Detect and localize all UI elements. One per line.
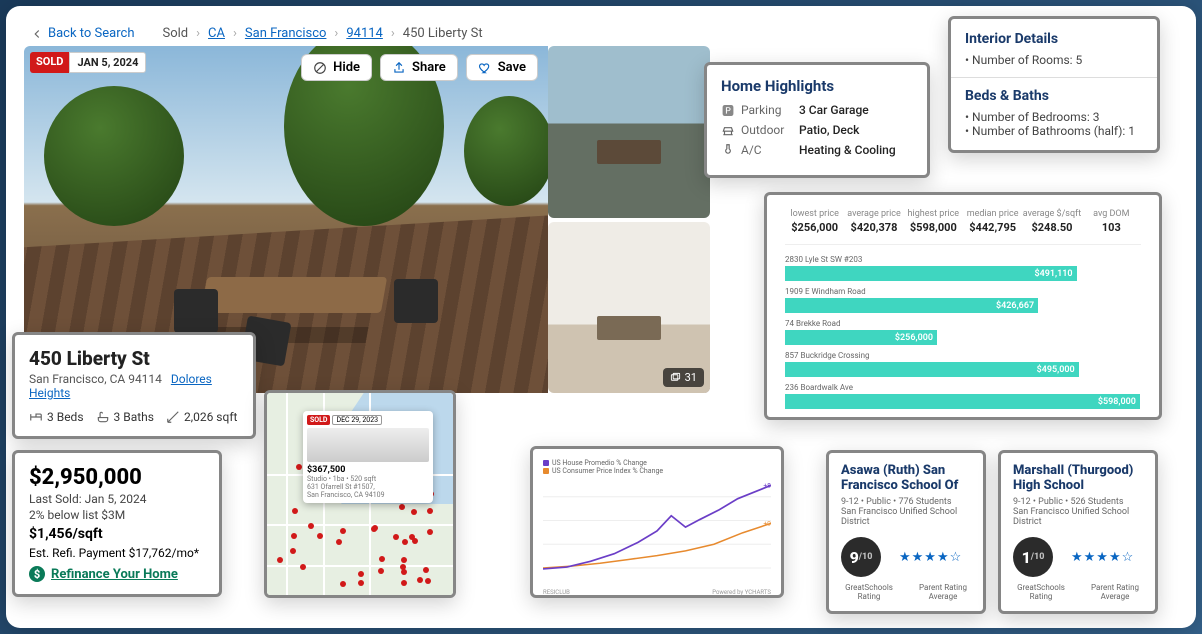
save-button[interactable]: Save [466, 54, 538, 81]
bar-row: 1909 E Windham Road $426,667 [785, 287, 1141, 313]
baths-fact: 3 Baths [96, 410, 154, 424]
school-card[interactable]: Marshall (Thurgood) High School 9-12 • P… [998, 450, 1158, 614]
stat-cell: avg DOM103 [1082, 209, 1141, 234]
share-icon [392, 61, 406, 75]
highlight-row: Outdoor Patio, Deck [721, 123, 913, 137]
street-address: 450 Liberty St [29, 347, 239, 370]
parent-rating-stars: ★★★★☆ [1071, 550, 1134, 565]
last-sold-date: Last Sold: Jan 5, 2024 [29, 492, 205, 506]
legend-series-2: US Consumer Price Index % Change [552, 467, 663, 475]
beds-fact: 3 Beds [29, 410, 84, 424]
interior-details-card: Interior Details Number of Rooms: 5 Beds… [948, 16, 1160, 153]
map-popup-price: $367,500 [307, 465, 345, 475]
highlights-title: Home Highlights [721, 77, 913, 95]
stat-cell: average $/sqft$248.50 [1022, 209, 1081, 234]
greatschools-score: 1/10 [1013, 537, 1053, 577]
line-chart: +8.0% +0.8% [543, 475, 771, 585]
interior-line: Number of Bathrooms (half): 1 [965, 124, 1143, 138]
crumb-current: 450 Liberty St [403, 26, 483, 41]
school-name: Asawa (Ruth) San Francisco School Of [841, 463, 971, 494]
vs-list-price: 2% below list $3M [29, 508, 205, 522]
highlight-row: 🅿︎Parking 3 Car Garage [721, 103, 913, 117]
crumb-state[interactable]: CA [208, 26, 225, 41]
gallery-thumb-2[interactable]: 31 [548, 222, 710, 394]
price-per-sqft: $1,456/sqft [29, 526, 205, 542]
photos-icon [670, 372, 681, 383]
bar-row: 2830 Lyle St SW #203 $491,110 [785, 255, 1141, 281]
stat-cell: median price$442,795 [963, 209, 1022, 234]
interior-line: Number of Rooms: 5 [965, 53, 1143, 67]
stat-cell: average price$420,378 [844, 209, 903, 234]
home-highlights-card: Home Highlights 🅿︎Parking 3 Car Garage O… [704, 62, 930, 178]
interior-line: Number of Bedrooms: 3 [965, 110, 1143, 124]
crumb-sold: Sold [163, 26, 189, 41]
share-button[interactable]: Share [380, 54, 458, 81]
outdoor-icon [721, 123, 735, 137]
school-meta: 9-12 • Public • 526 Students [1013, 497, 1143, 507]
heart-icon [478, 61, 492, 75]
bar-row: 74 Brekke Road $256,000 [785, 319, 1141, 345]
school-district: San Francisco Unified School District [1013, 507, 1143, 527]
school-name: Marshall (Thurgood) High School [1013, 463, 1143, 494]
trend-chart-card: US House Promedio % Change US Consumer P… [530, 446, 784, 598]
crumb-city[interactable]: San Francisco [245, 26, 327, 41]
map-popup-photo [307, 428, 429, 462]
beds-baths-title: Beds & Baths [965, 88, 1143, 104]
dollar-icon: $ [29, 566, 45, 582]
city-state-zip: San Francisco, CA 94114 [29, 372, 162, 386]
crumb-zip[interactable]: 94114 [346, 26, 383, 41]
map-card[interactable]: SOLDDEC 29, 2023 $367,500 Studio • 1ba •… [264, 390, 456, 598]
ruler-icon [166, 410, 180, 424]
hide-icon [313, 61, 327, 75]
stat-cell: lowest price$256,000 [785, 209, 844, 234]
arrow-left-icon [30, 27, 44, 41]
svg-text:+8.0%: +8.0% [763, 481, 771, 489]
refinance-link[interactable]: $Refinance Your Home [29, 566, 205, 582]
gallery-thumb-1[interactable] [548, 46, 710, 218]
stat-cell: highest price$598,000 [904, 209, 963, 234]
school-meta: 9-12 • Public • 776 Students [841, 497, 971, 507]
address-card: 450 Liberty St San Francisco, CA 94114 D… [12, 332, 256, 439]
interior-title: Interior Details [965, 31, 1143, 47]
legend-series-1: US House Promedio % Change [552, 459, 647, 467]
price-stats-card: lowest price$256,000average price$420,37… [764, 192, 1162, 420]
photo-count-badge[interactable]: 31 [663, 368, 704, 387]
ac-icon [721, 143, 735, 157]
highlight-row: A/C Heating & Cooling [721, 143, 913, 157]
price-card: $2,950,000 Last Sold: Jan 5, 2024 2% bel… [12, 450, 222, 597]
sold-badge: SOLD JAN 5, 2024 [30, 52, 146, 73]
bath-icon [96, 410, 110, 424]
school-district: San Francisco Unified School District [841, 507, 971, 527]
map-popup[interactable]: SOLDDEC 29, 2023 $367,500 Studio • 1ba •… [303, 411, 433, 503]
parking-icon: 🅿︎ [721, 103, 735, 117]
bar-row: 236 Boardwalk Ave $598,000 [785, 383, 1141, 409]
svg-text:+0.8%: +0.8% [763, 519, 771, 527]
chart-credit-right: Powered by YCHARTS [712, 589, 771, 596]
refi-estimate: Est. Refi. Payment $17,762/mo* [29, 546, 205, 560]
bed-icon [29, 410, 43, 424]
price-value: $2,950,000 [29, 465, 205, 490]
back-to-search-link[interactable]: Back to Search [30, 26, 135, 41]
greatschools-score: 9/10 [841, 537, 881, 577]
bar-row: 857 Buckridge Crossing $495,000 [785, 351, 1141, 377]
school-card[interactable]: Asawa (Ruth) San Francisco School Of 9-1… [826, 450, 986, 614]
chart-credit-left: RESICLUB [543, 589, 570, 596]
sqft-fact: 2,026 sqft [166, 410, 237, 424]
parent-rating-stars: ★★★★☆ [899, 550, 962, 565]
hide-button[interactable]: Hide [301, 54, 372, 81]
